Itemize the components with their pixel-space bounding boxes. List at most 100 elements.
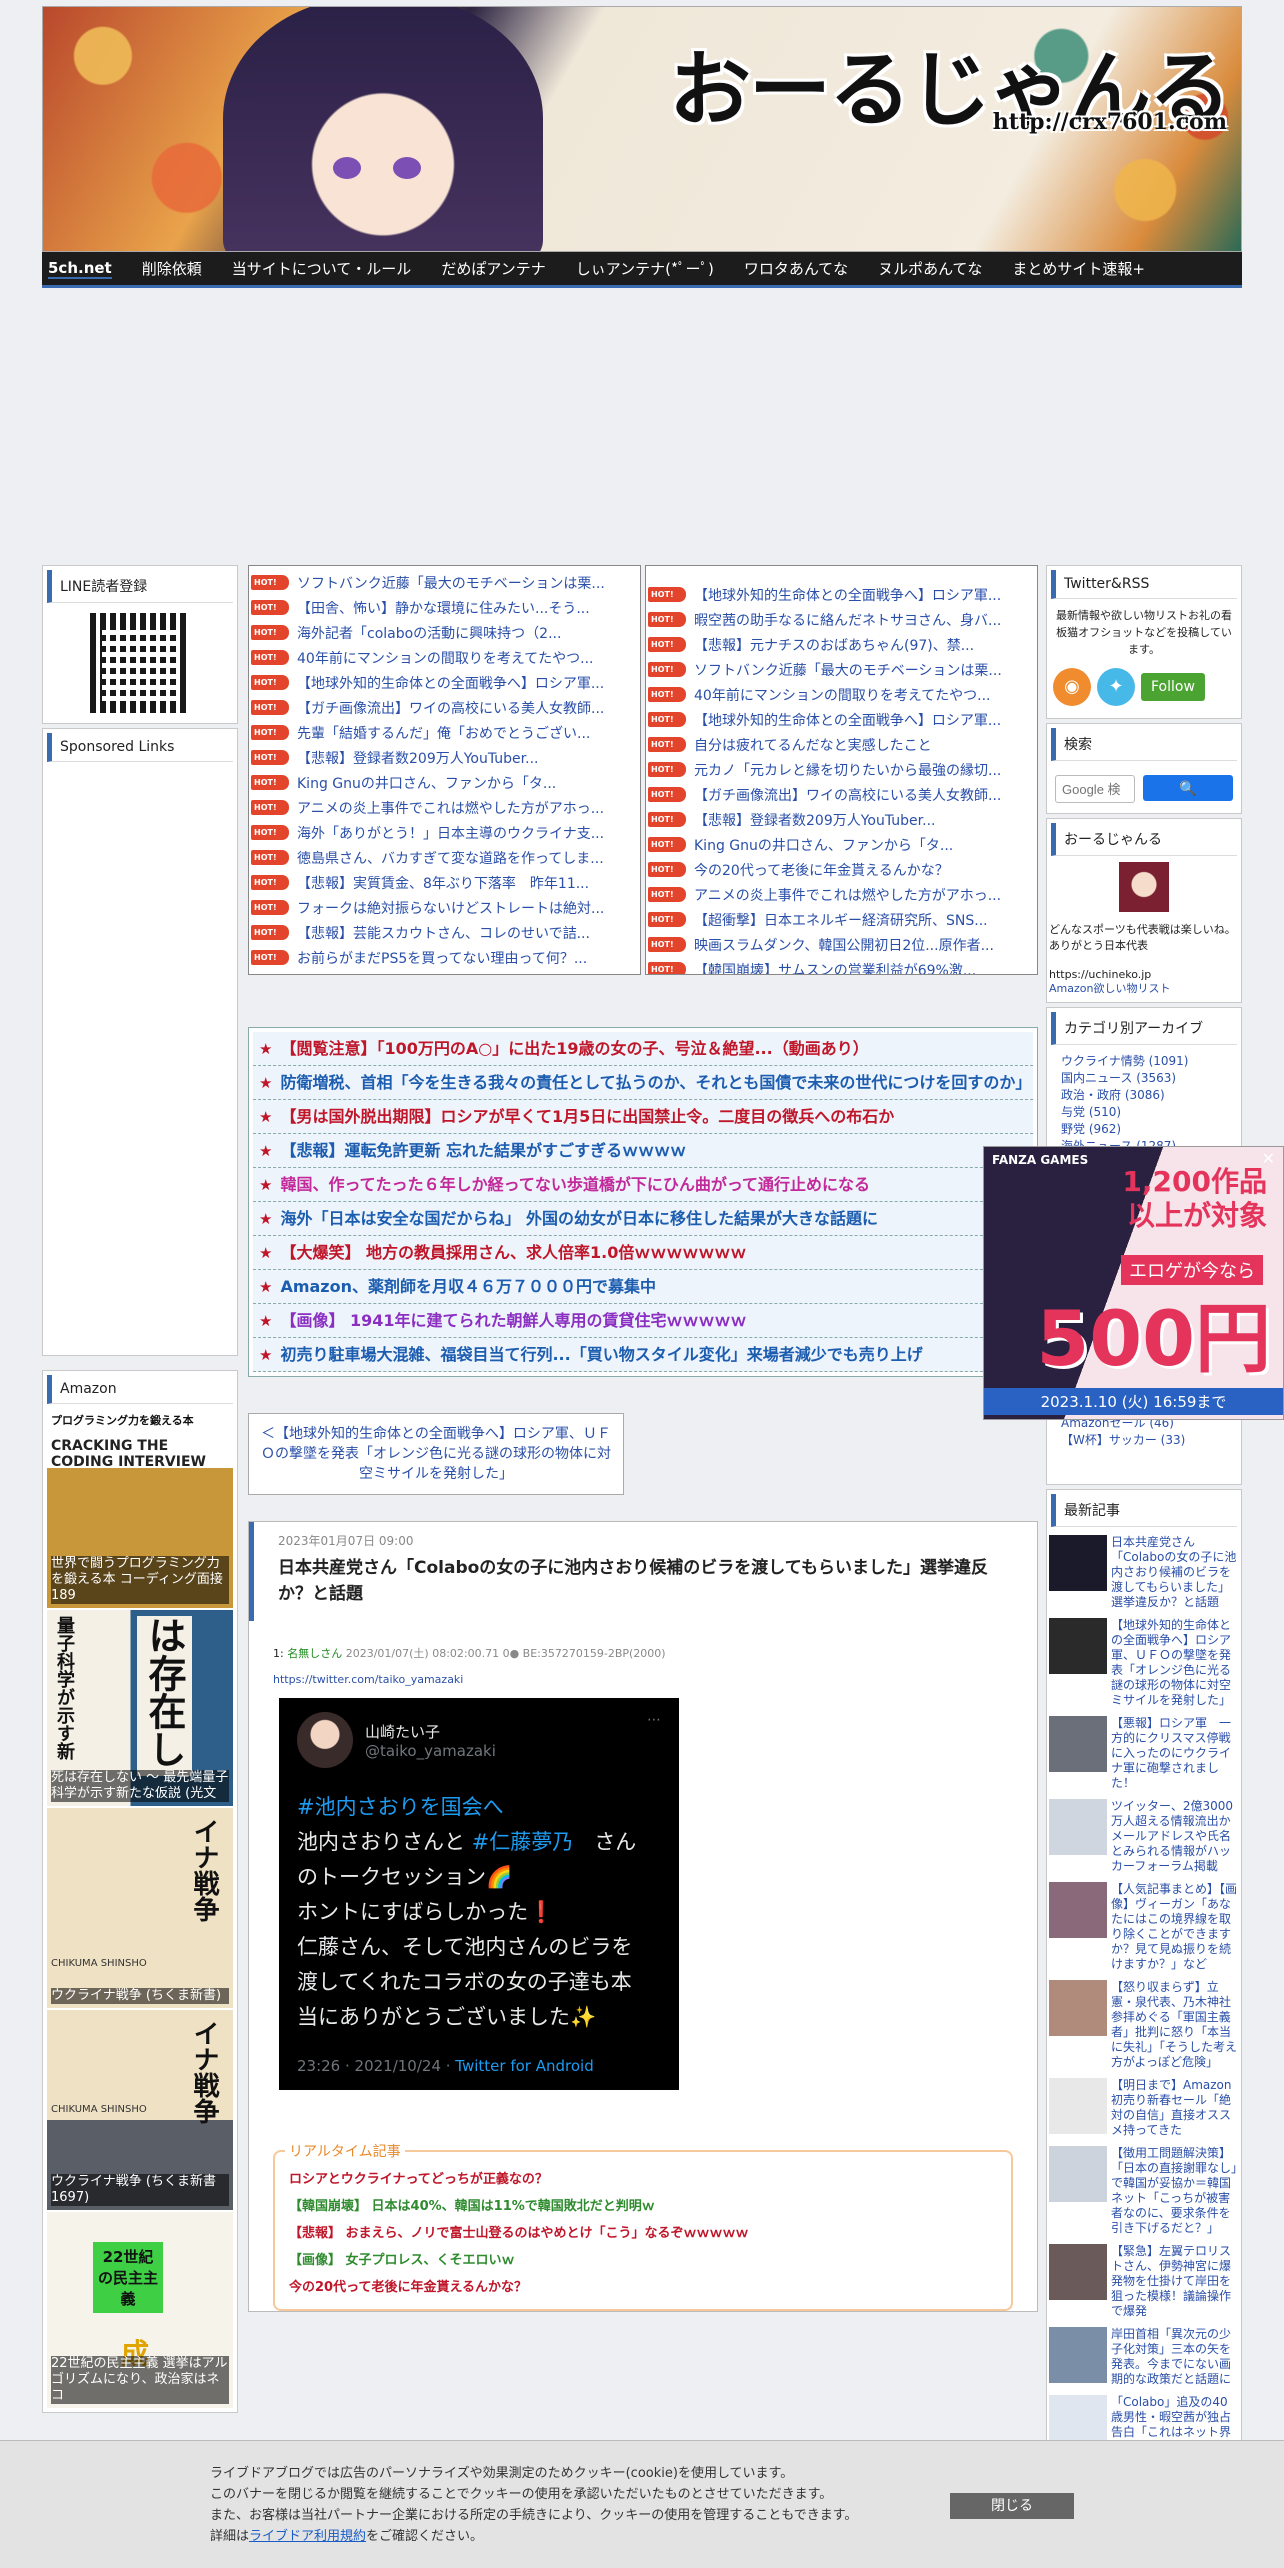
rss-icon[interactable]: ◉ bbox=[1053, 668, 1091, 706]
recent-article-link[interactable]: 日本共産党さん「Colaboの女の子に池内さおり候補のビラを渡してもらいました」… bbox=[1047, 1531, 1241, 1614]
hot-article-link[interactable]: HOT! King Gnuの井口さん、ファンから「タ... bbox=[251, 770, 638, 795]
hot-article-link[interactable]: HOT! 【ガチ画像流出】ワイの高校にいる美人女教師... bbox=[648, 782, 1035, 807]
realtime-article-link[interactable]: 【画像】 女子プロレス、くそエロいｗ bbox=[289, 2247, 997, 2274]
search-input[interactable] bbox=[1055, 775, 1135, 803]
recent-thumbnail bbox=[1049, 2078, 1107, 2134]
follow-button[interactable]: Follow bbox=[1141, 673, 1205, 701]
about-site-link[interactable]: https://uchineko.jp bbox=[1047, 958, 1241, 982]
hot-article-link[interactable]: HOT! 【悲報】登録者数209万人YouTuber... bbox=[251, 745, 638, 770]
prev-article-link[interactable]: ＜【地球外知的生命体との全面戦争へ】ロシア軍、ＵＦＯの撃墜を発表「オレンジ色に光… bbox=[248, 1413, 624, 1495]
pickup-article-link[interactable]: ★ 【大爆笑】 地方の教員採用さん、求人倍率1.0倍ｗｗｗｗｗｗｗ bbox=[253, 1236, 1033, 1270]
hot-article-link[interactable]: HOT! 【韓国崩壊】サムスンの営業利益が69%激... bbox=[648, 957, 1035, 974]
pickup-article-link[interactable]: ★ 【閲覧注意】「100万円のA○」に出た19歳の女の子、号泣＆絶望...（動画あ… bbox=[253, 1032, 1033, 1066]
hot-article-link[interactable]: HOT! ソフトバンク近藤「最大のモチベーションは栗... bbox=[251, 570, 638, 595]
realtime-article-link[interactable]: 今の20代って老後に年金貰えるんかな？ bbox=[289, 2274, 997, 2301]
pickup-article-link[interactable]: ★ 初売り駐車場大混雑、福袋目当て行列...「買い物スタイル変化」来場者減少でも売… bbox=[253, 1338, 1033, 1372]
pickup-article-link[interactable]: ★ 防衛増税、首相「今を生きる我々の責任として払うのか、それとも国債で未来の世代に… bbox=[253, 1066, 1033, 1100]
book-item[interactable]: イナ戦争 CHIKUMA SHINSHO ウクライナ戦争 (ちくま新書) bbox=[47, 1808, 233, 2008]
tweet-more-icon[interactable]: ⋯ bbox=[647, 1712, 661, 1728]
nav-nurupo-antenna[interactable]: ヌルポあんてな bbox=[878, 258, 982, 279]
star-icon: ★ bbox=[259, 1107, 273, 1126]
hot-article-link[interactable]: HOT! 【悲報】実質賃金、8年ぶり下落率 昨年11... bbox=[251, 870, 638, 895]
hot-article-title: 【悲報】実質賃金、8年ぶり下落率 昨年11... bbox=[297, 875, 590, 892]
hot-article-link[interactable]: HOT! ソフトバンク近藤「最大のモチベーションは栗... bbox=[648, 657, 1035, 682]
hot-article-link[interactable]: HOT! 【超衝撃】日本エネルギー経済研究所、SNS... bbox=[648, 907, 1035, 932]
tweet-hashtag[interactable]: #池内さおりを国会へ bbox=[297, 1790, 661, 1825]
book-item[interactable]: 22世紀の民主主義 成 22世紀の民主主義 選挙はアルゴリズムになり、政治家はネ… bbox=[47, 2212, 233, 2408]
hot-article-link[interactable]: HOT! お前らがまだPS5を買ってない理由って何？... bbox=[251, 945, 638, 970]
book-item[interactable]: 量子科学が示す新 は存在し 死は存在しない 〜 最先端量子科学が示す新たな仮説 … bbox=[47, 1610, 233, 1806]
nav-delete-request[interactable]: 削除依頼 bbox=[142, 258, 202, 279]
hot-article-title: 徳島県さん、バカすぎて変な道路を作ってしま... bbox=[297, 850, 604, 867]
hot-article-link[interactable]: HOT! 【悲報】芸能スカウトさん、コレのせいで詰... bbox=[251, 920, 638, 945]
hot-article-link[interactable]: HOT! 【ガチ画像流出】ワイの高校にいる美人女教師... bbox=[251, 695, 638, 720]
hot-article-link[interactable]: HOT! 40年前にマンションの間取りを考えてたやつ... bbox=[251, 645, 638, 670]
hot-article-link[interactable]: HOT! 40年前にマンションの間取りを考えてたやつ... bbox=[648, 682, 1035, 707]
hot-article-link[interactable]: HOT! 徳島県さん、バカすぎて変な道路を作ってしま... bbox=[251, 845, 638, 870]
category-link[interactable]: 政治・政府 (3086) bbox=[1047, 1087, 1241, 1104]
realtime-article-link[interactable]: 【韓国崩壊】 日本は40%、韓国は11%で韓国敗北だと判明ｗ bbox=[289, 2193, 997, 2220]
nav-damepo-antenna[interactable]: だめぽアンテナ bbox=[441, 258, 545, 279]
about-wishlist-link[interactable]: Amazon欲しい物リスト bbox=[1047, 982, 1241, 996]
pickup-article-link[interactable]: ★ 韓国、作ってたった６年しか経ってない歩道橋が下にひん曲がって通行止めになる bbox=[253, 1168, 1033, 1202]
hot-article-link[interactable]: HOT! 映画スラムダンク、韓国公開初日2位...原作者... bbox=[648, 932, 1035, 957]
terms-link[interactable]: ライブドア利用規約 bbox=[249, 2529, 366, 2544]
search-button[interactable]: 🔍 bbox=[1143, 775, 1233, 801]
nav-about[interactable]: 当サイトについて・ルール bbox=[232, 258, 412, 279]
hot-article-link[interactable]: HOT! 【田舎、怖い】静かな環境に住みたい...そう... bbox=[251, 595, 638, 620]
category-link[interactable]: ウクライナ情勢 (1091) bbox=[1047, 1053, 1241, 1070]
category-link[interactable]: 国内ニュース (3563) bbox=[1047, 1070, 1241, 1087]
hot-article-link[interactable]: HOT! 【地球外知的生命体との全面戦争へ】ロシア軍... bbox=[251, 670, 638, 695]
tweet-hashtag[interactable]: #仁藤夢乃 bbox=[472, 1830, 574, 1854]
pickup-article-link[interactable]: ★ 【男は国外脱出期限】ロシアが早くて1月5日に出国禁止令。二度目の徴兵への布石か bbox=[253, 1100, 1033, 1134]
tweet-client[interactable]: Twitter for Android bbox=[455, 2057, 593, 2075]
line-qr-code[interactable] bbox=[90, 613, 190, 713]
floating-ad[interactable]: FANZA GAMES ✕ 1,200作品 以上が対象 エロゲが今なら 500円 … bbox=[983, 1146, 1284, 1420]
pickup-article-link[interactable]: ★ Amazon、薬剤師を月収４６万７０００円で募集中 bbox=[253, 1270, 1033, 1304]
pickup-article-link[interactable]: ★ 【悲報】運転免許更新 忘れた結果がすごすぎるｗｗｗｗ bbox=[253, 1134, 1033, 1168]
hot-article-link[interactable]: HOT! 海外記者「colaboの活動に興味持つ（2... bbox=[251, 620, 638, 645]
recent-article-link[interactable]: 【地球外知的生命体との全面戦争へ】ロシア軍、ＵＦＯの撃墜を発表「オレンジ色に光る… bbox=[1047, 1614, 1241, 1712]
category-link[interactable]: 【W杯】サッカー (33) bbox=[1047, 1432, 1241, 1449]
hot-article-link[interactable]: HOT! 今の20代って老後に年金貰えるんかな？ bbox=[648, 857, 1035, 882]
hot-article-link[interactable]: HOT! 先輩「結婚するんだ」俺「おめでとうござい... bbox=[251, 720, 638, 745]
hot-article-link[interactable]: HOT! 【悲報】元ナチスのおばあちゃん(97)、禁... bbox=[648, 632, 1035, 657]
recent-article-link[interactable]: 岸田首相「異次元の少子化対策」三本の矢を発表。今までにない画期的な政策だと話題に bbox=[1047, 2323, 1241, 2391]
hot-article-link[interactable]: HOT! アニメの炎上事件でこれは燃やした方がアホっ... bbox=[648, 882, 1035, 907]
hot-article-link[interactable]: HOT! 【地球外知的生命体との全面戦争へ】ロシア軍... bbox=[648, 582, 1035, 607]
hot-article-link[interactable]: HOT! アニメの炎上事件でこれは燃やした方がアホっ... bbox=[251, 795, 638, 820]
book-item[interactable]: イナ戦争 CHIKUMA SHINSHO ウクライナ戦争 (ちくま新書 1697… bbox=[47, 2010, 233, 2210]
realtime-article-link[interactable]: ロシアとウクライナってどっちが正義なの？ bbox=[289, 2166, 997, 2193]
site-banner[interactable]: おーるじゃんる http://crx7601.com bbox=[42, 6, 1242, 252]
hot-article-link[interactable]: HOT! 【地球外知的生命体との全面戦争へ】ロシア軍... bbox=[648, 707, 1035, 732]
book-item[interactable]: プログラミング力を鍛える本 CRACKING THE CODING INTERV… bbox=[47, 1408, 233, 1608]
recent-article-link[interactable]: 【人気記事まとめ】【画像】ヴィーガン「あなたにはこの境界線を取り除くことができま… bbox=[1047, 1878, 1241, 1976]
category-link[interactable]: 野党 (962) bbox=[1047, 1121, 1241, 1138]
nav-matome-sokuhou[interactable]: まとめサイト速報+ bbox=[1012, 258, 1145, 279]
nav-warota-antenna[interactable]: ワロタあんてな bbox=[744, 258, 848, 279]
hot-article-link[interactable]: HOT! 元カノ「元カレと縁を切りたいから最強の縁切... bbox=[648, 757, 1035, 782]
pickup-list: ★ 【閲覧注意】「100万円のA○」に出た19歳の女の子、号泣＆絶望...（動画あ… bbox=[248, 1027, 1038, 1377]
hot-article-link[interactable]: HOT! 【悲報】登録者数209万人YouTuber... bbox=[648, 807, 1035, 832]
recent-article-link[interactable]: 【怒り収まらず】立憲・泉代表、乃木神社参拝めぐる「軍国主義者」批判に怒り「本当に… bbox=[1047, 1976, 1241, 2074]
recent-article-link[interactable]: 【徴用工問題解決策】「日本の直接謝罪なし」で韓国が妥協か＝韓国ネット「こっちが被… bbox=[1047, 2142, 1241, 2240]
hot-article-link[interactable]: HOT! 海外「ありがとう！」日本主導のウクライナ支... bbox=[251, 820, 638, 845]
nav-5ch[interactable]: 5ch.net bbox=[48, 259, 112, 279]
hot-article-link[interactable]: HOT! King Gnuの井口さん、ファンから「タ... bbox=[648, 832, 1035, 857]
pickup-article-link[interactable]: ★ 海外「日本は安全な国だからね」 外国の幼女が日本に移住した結果が大きな話題に bbox=[253, 1202, 1033, 1236]
cookie-close-button[interactable]: 閉じる bbox=[950, 2493, 1074, 2519]
realtime-article-link[interactable]: 【悲報】 おまえら、ノリで富士山登るのはやめとけ「こう」なるぞｗｗｗｗｗ bbox=[289, 2220, 997, 2247]
recent-article-link[interactable]: 【明日まで】Amazon初売り新春セール「絶対の自信」直接オススメ持ってきた bbox=[1047, 2074, 1241, 2142]
hot-article-link[interactable]: HOT! フォークは絶対振らないけどストレートは絶対... bbox=[251, 895, 638, 920]
embedded-tweet[interactable]: 山崎たい子 @taiko_yamazaki ⋯ #池内さおりを国会へ 池内さおり… bbox=[279, 1698, 679, 2090]
recent-article-link[interactable]: ツイッター、2億3000万人超える情報流出か メールアドレスや氏名とみられる情報… bbox=[1047, 1795, 1241, 1878]
res-link[interactable]: https://twitter.com/taiko_yamazaki bbox=[273, 1673, 463, 1686]
recent-article-link[interactable]: 【緊急】左翼テロリストさん、伊勢神宮に爆発物を仕掛けて岸田を狙った模様！議論操作… bbox=[1047, 2240, 1241, 2323]
recent-article-link[interactable]: 【悪報】ロシア軍 一方的にクリスマス停戦に入ったのにウクライナ軍に砲撃されました… bbox=[1047, 1712, 1241, 1795]
hot-article-link[interactable]: HOT! 暇空茜の助手なるに絡んだネトサヨさん、身バ... bbox=[648, 607, 1035, 632]
pickup-article-link[interactable]: ★ 【画像】 1941年に建てられた朝鮮人専用の賃貸住宅ｗｗｗｗｗ bbox=[253, 1304, 1033, 1338]
category-link[interactable]: 与党 (510) bbox=[1047, 1104, 1241, 1121]
hot-article-link[interactable]: HOT! 自分は疲れてるんだなと実感したこと bbox=[648, 732, 1035, 757]
nav-shii-antenna[interactable]: しぃアンテナ(*ﾟーﾟ) bbox=[576, 258, 714, 279]
twitter-icon[interactable]: ✦ bbox=[1097, 668, 1135, 706]
